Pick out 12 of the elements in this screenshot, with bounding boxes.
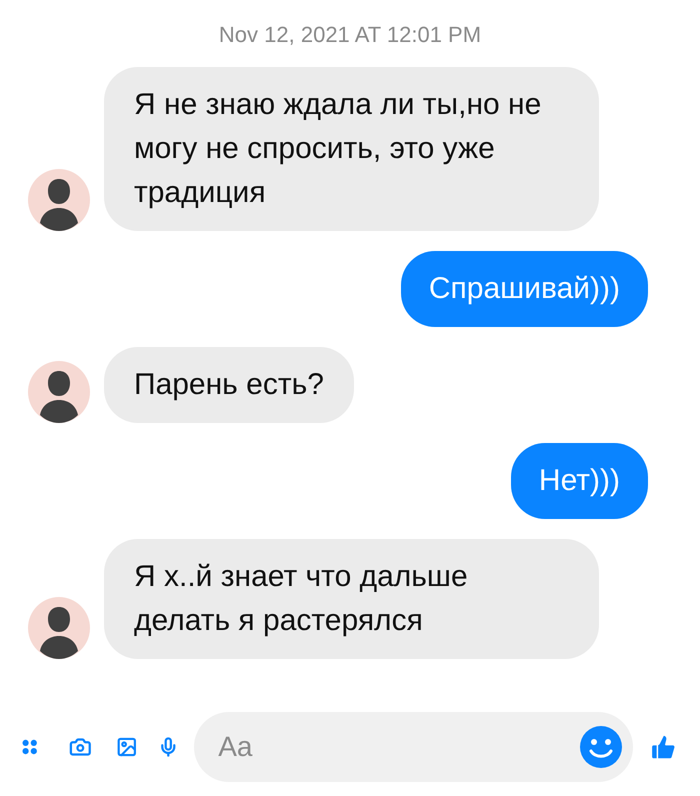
- message-bubble: Я не знаю ждала ли ты,но не могу не спросить, это уже традиция: [104, 67, 599, 231]
- message-bubble: Парень есть?: [104, 347, 354, 423]
- message-field[interactable]: Aa: [194, 712, 634, 782]
- message-input[interactable]: Aa: [218, 726, 580, 768]
- smiley-icon[interactable]: [579, 725, 624, 769]
- avatar-icon: [28, 169, 90, 231]
- message-bubble: Спрашивай))): [400, 251, 648, 327]
- timestamp: Nov 12, 2021 AT 12:01 PM: [218, 21, 482, 49]
- message-bubble: Нет))): [510, 443, 648, 519]
- avatar-icon: [28, 597, 90, 659]
- message-bubble: Я х..й знает что дальше делать я растерялся: [104, 539, 599, 659]
- avatar-icon: [28, 361, 90, 423]
